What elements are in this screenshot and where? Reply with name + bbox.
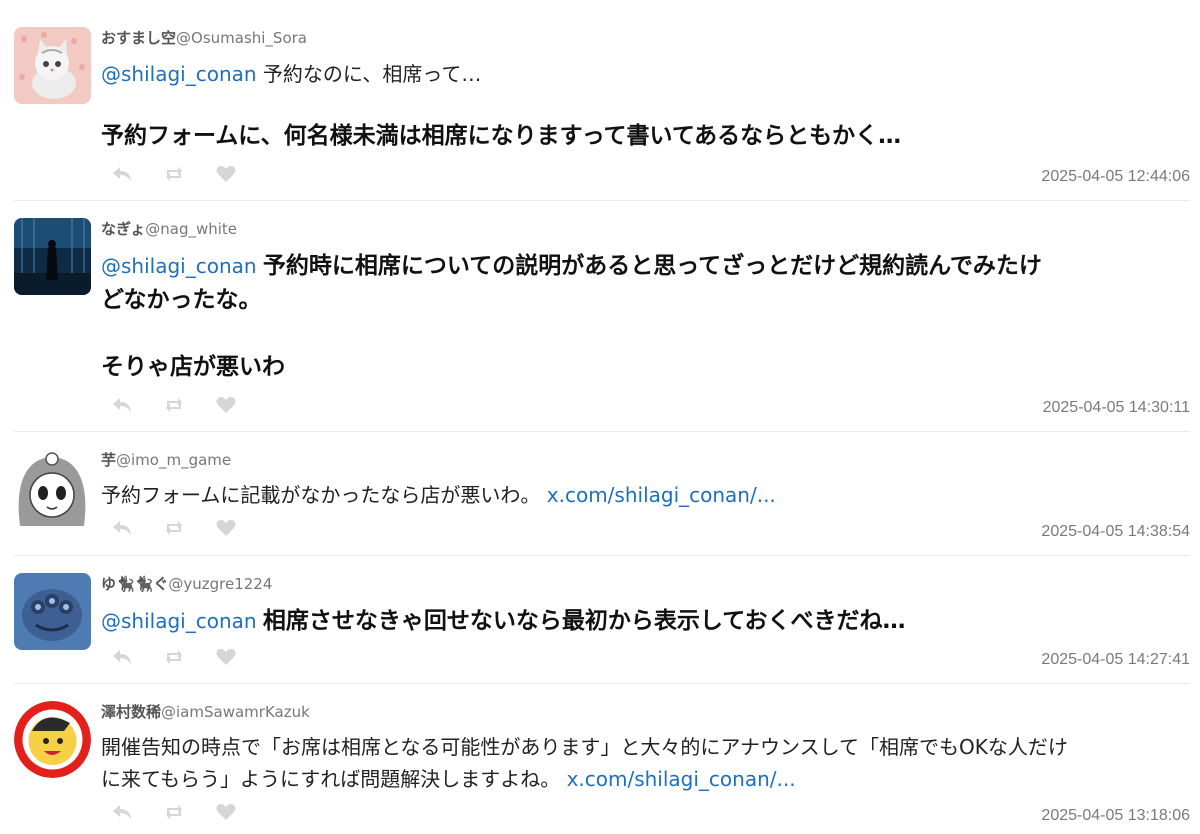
avatar[interactable] xyxy=(14,449,91,526)
tweet-text: @shilagi_conan 予約なのに、相席って… xyxy=(101,58,481,91)
tweet-link[interactable]: x.com/shilagi_conan/... xyxy=(567,767,796,791)
divider xyxy=(14,431,1190,432)
tweet-bold-line: どなかったな。 xyxy=(101,287,262,313)
tweet-card: 澤村数稀@iamSawamrKazuk 開催告知の時点で「お席は相席となる可能性… xyxy=(14,701,1190,831)
tweet-actions xyxy=(111,802,237,822)
avatar[interactable] xyxy=(14,218,91,295)
heart-icon[interactable] xyxy=(215,395,237,415)
cat-avatar-icon xyxy=(14,27,91,104)
tweet-bold-line: 予約時に相席についての説明があると思ってざっとだけど規約読んでみたけ xyxy=(262,253,1042,279)
tweet-text-line3: そりゃ店が悪いわ xyxy=(101,351,285,384)
heart-icon[interactable] xyxy=(215,518,237,538)
manga-girl-avatar-icon xyxy=(14,449,91,526)
reply-icon[interactable] xyxy=(111,395,133,415)
display-name[interactable]: 芋 xyxy=(101,451,116,469)
retweet-icon[interactable] xyxy=(163,802,185,822)
divider xyxy=(14,200,1190,201)
author-name[interactable]: 芋@imo_m_game xyxy=(101,449,231,470)
tweet-actions xyxy=(111,647,237,667)
avatar[interactable] xyxy=(14,701,91,778)
tweet-text-line: 予約フォームに記載がなかったなら店が悪いわ。 xyxy=(101,483,541,507)
tweet-card: 芋@imo_m_game 予約フォームに記載がなかったなら店が悪いわ。 x.co… xyxy=(14,449,1190,549)
tweet-text-line: 開催告知の時点で「お席は相席となる可能性があります」と大々的にアナウンスして「相… xyxy=(101,735,1068,759)
display-name[interactable]: なぎょ xyxy=(101,220,145,238)
monster-avatar-icon xyxy=(14,573,91,650)
timestamp[interactable]: 2025-04-05 14:27:41 xyxy=(1041,651,1190,669)
tweet-bold-line: 相席させなきゃ回せないなら最初から表示しておくべきだね… xyxy=(262,608,906,634)
author-name[interactable]: おすまし空@Osumashi_Sora xyxy=(101,27,307,48)
timestamp[interactable]: 2025-04-05 14:38:54 xyxy=(1041,523,1190,541)
timestamp[interactable]: 2025-04-05 14:30:11 xyxy=(1043,399,1190,417)
timestamp[interactable]: 2025-04-05 12:44:06 xyxy=(1041,168,1190,186)
retweet-icon[interactable] xyxy=(163,164,185,184)
tweet-bold-line: そりゃ店が悪いわ xyxy=(101,354,285,380)
handle[interactable]: @Osumashi_Sora xyxy=(176,29,307,47)
badge-avatar-icon xyxy=(14,701,91,778)
reply-icon[interactable] xyxy=(111,164,133,184)
display-name[interactable]: おすまし空 xyxy=(101,29,176,47)
divider xyxy=(14,555,1190,556)
tweet-text: 予約フォームに記載がなかったなら店が悪いわ。 x.com/shilagi_con… xyxy=(101,479,776,512)
night-figure-avatar-icon xyxy=(14,218,91,295)
mention-link[interactable]: @shilagi_conan xyxy=(101,609,257,633)
tweet-text-line: に来てもらう」ようにすれば問題解決しますよね。 xyxy=(101,767,561,791)
tweet-text: @shilagi_conan 予約時に相席についての説明があると思ってざっとだけ… xyxy=(101,250,1042,283)
tweet-actions xyxy=(111,518,237,538)
avatar[interactable] xyxy=(14,573,91,650)
reply-icon[interactable] xyxy=(111,647,133,667)
divider xyxy=(14,683,1190,684)
tweet-text-line2: どなかったな。 xyxy=(101,284,262,317)
tweet-card: おすまし空@Osumashi_Sora @shilagi_conan 予約なのに… xyxy=(14,27,1190,192)
tweet-actions xyxy=(111,395,237,415)
tweet-actions xyxy=(111,164,237,184)
tweet-text: 開催告知の時点で「お席は相席となる可能性があります」と大々的にアナウンスして「相… xyxy=(101,731,1068,764)
tweet-text-line: 予約なのに、相席って… xyxy=(262,62,482,86)
heart-icon[interactable] xyxy=(215,802,237,822)
avatar[interactable] xyxy=(14,27,91,104)
handle[interactable]: @imo_m_game xyxy=(116,451,231,469)
mention-link[interactable]: @shilagi_conan xyxy=(101,62,257,86)
handle[interactable]: @iamSawamrKazuk xyxy=(161,703,310,721)
reply-icon[interactable] xyxy=(111,518,133,538)
author-name[interactable]: 澤村数稀@iamSawamrKazuk xyxy=(101,701,310,722)
tweet-card: なぎょ@nag_white @shilagi_conan 予約時に相席についての… xyxy=(14,218,1190,423)
handle[interactable]: @nag_white xyxy=(145,220,237,238)
timestamp[interactable]: 2025-04-05 13:18:06 xyxy=(1041,807,1190,825)
heart-icon[interactable] xyxy=(215,164,237,184)
handle[interactable]: @yuzgre1224 xyxy=(168,575,272,593)
tweet-text-line2: に来てもらう」ようにすれば問題解決しますよね。 x.com/shilagi_co… xyxy=(101,763,796,796)
mention-link[interactable]: @shilagi_conan xyxy=(101,254,257,278)
retweet-icon[interactable] xyxy=(163,395,185,415)
author-name[interactable]: なぎょ@nag_white xyxy=(101,218,237,239)
heart-icon[interactable] xyxy=(215,647,237,667)
tweet-link[interactable]: x.com/shilagi_conan/... xyxy=(547,483,776,507)
author-name[interactable]: ゆ🐈‍⬛🐈‍⬛ぐ@yuzgre1224 xyxy=(101,573,272,594)
tweet-text: @shilagi_conan 相席させなきゃ回せないなら最初から表示しておくべき… xyxy=(101,605,906,638)
reply-icon[interactable] xyxy=(111,802,133,822)
tweet-card: ゆ🐈‍⬛🐈‍⬛ぐ@yuzgre1224 @shilagi_conan 相席させな… xyxy=(14,573,1190,673)
tweet-bold-line: 予約フォームに、何名様未満は相席になりますって書いてあるならともかく… xyxy=(101,123,902,149)
retweet-icon[interactable] xyxy=(163,647,185,667)
retweet-icon[interactable] xyxy=(163,518,185,538)
tweet-text-bold: 予約フォームに、何名様未満は相席になりますって書いてあるならともかく… xyxy=(101,120,901,153)
display-name[interactable]: 澤村数稀 xyxy=(101,703,161,721)
display-name[interactable]: ゆ🐈‍⬛🐈‍⬛ぐ xyxy=(101,575,168,593)
